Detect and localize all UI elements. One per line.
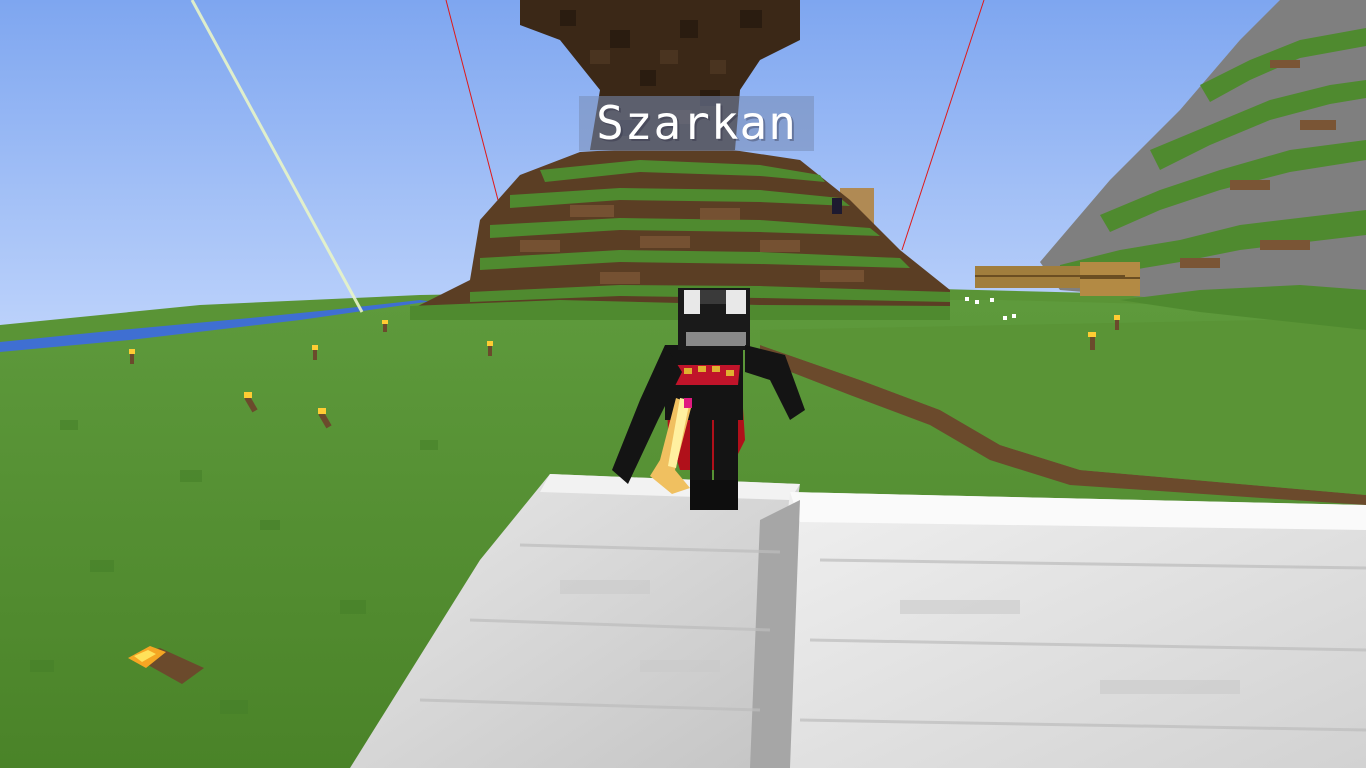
player-nametag: Szarkan [579, 96, 814, 151]
distant-mob [832, 198, 842, 214]
game-viewport[interactable]: Szarkan [0, 0, 1366, 768]
quartz-block-right [760, 492, 1366, 768]
